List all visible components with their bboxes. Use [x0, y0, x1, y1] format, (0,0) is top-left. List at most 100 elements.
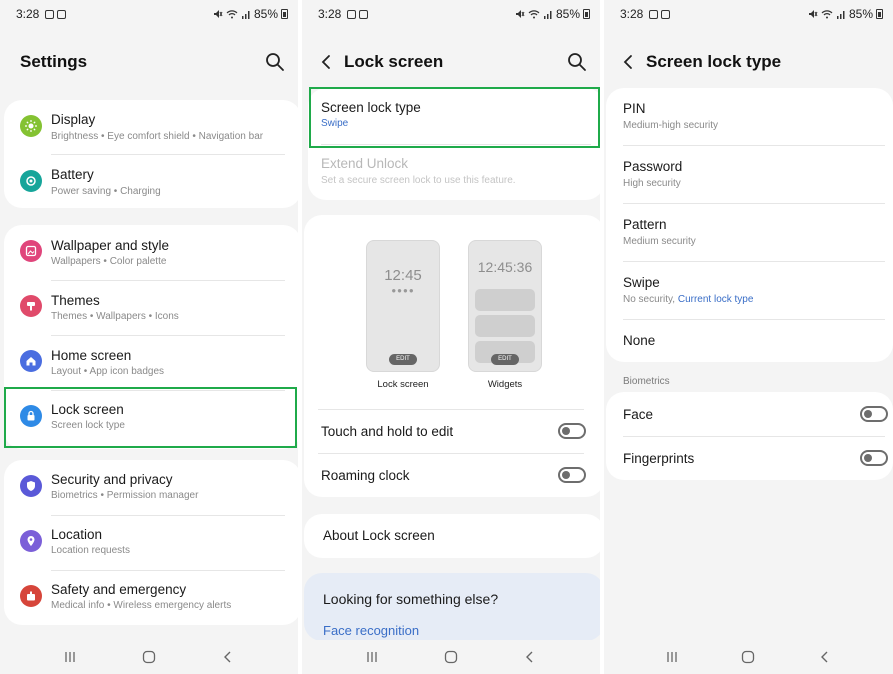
roaming-clock-item[interactable]: Roaming clock: [302, 454, 600, 497]
battery-percent: 85%: [555, 7, 580, 21]
recents-icon[interactable]: [665, 650, 679, 664]
item-title: Wallpaper and style: [51, 238, 170, 253]
item-subtitle: Set a secure screen lock to use this fea…: [321, 175, 516, 186]
item-title: About Lock screen: [323, 528, 435, 543]
settings-item-location[interactable]: Location Location requests: [4, 515, 298, 570]
settings-item-security[interactable]: Security and privacy Biometrics • Permis…: [4, 460, 298, 515]
preview-clock: 12:45: [384, 267, 422, 284]
highlight-screen-lock-type: [309, 87, 600, 148]
touch-hold-item[interactable]: Touch and hold to edit: [302, 410, 600, 453]
fingerprints-toggle[interactable]: [860, 450, 888, 466]
face-toggle[interactable]: [860, 406, 888, 422]
screen-lock-type-header: Screen lock type: [604, 44, 893, 80]
option-subtitle-line: No security, Current lock type: [623, 294, 753, 305]
mute-icon: [213, 10, 223, 18]
item-subtitle: Layout • App icon badges: [51, 366, 165, 377]
settings-item-home-screen[interactable]: Home screen Layout • App icon badges: [4, 335, 298, 390]
roaming-clock-toggle[interactable]: [558, 467, 586, 483]
back-icon[interactable]: [523, 650, 537, 664]
lock-screen-preview[interactable]: 12:45 ●●●● EDIT: [366, 240, 440, 372]
edit-badge: EDIT: [491, 354, 519, 365]
battery-icon: [583, 9, 590, 19]
settings-item-battery[interactable]: Battery Power saving • Charging: [4, 154, 298, 208]
search-icon[interactable]: [566, 51, 588, 73]
item-title: Battery: [51, 167, 94, 182]
battery-icon: [876, 9, 883, 19]
recents-icon[interactable]: [63, 650, 77, 664]
battery-percent: 85%: [848, 7, 873, 21]
brush-icon: [20, 295, 42, 317]
status-bar: 3:28 85%: [318, 6, 590, 22]
item-title: Extend Unlock: [321, 156, 409, 171]
home-button-icon[interactable]: [444, 650, 458, 664]
face-recognition-link[interactable]: Face recognition: [323, 623, 419, 638]
back-icon[interactable]: [221, 650, 235, 664]
settings-item-themes[interactable]: Themes Themes • Wallpapers • Icons: [4, 280, 298, 335]
notification-icon: [649, 9, 659, 19]
option-pattern[interactable]: Pattern Medium security: [606, 204, 893, 261]
alert-icon: [20, 585, 42, 607]
navigation-bar: [0, 640, 298, 674]
item-title: Themes: [51, 293, 100, 308]
option-subtitle: High security: [623, 178, 681, 189]
item-title: Home screen: [51, 348, 132, 363]
home-button-icon[interactable]: [741, 650, 755, 664]
option-none[interactable]: None: [606, 320, 893, 362]
signal-icon: [241, 11, 250, 19]
wifi-icon: [821, 10, 833, 19]
battery-icon: [20, 170, 42, 192]
item-title: Face: [623, 407, 654, 422]
mute-icon: [515, 10, 525, 18]
biometrics-section-label: Biometrics: [623, 376, 670, 387]
settings-item-display[interactable]: Display Brightness • Eye comfort shield …: [4, 100, 298, 154]
about-lock-screen-item[interactable]: About Lock screen: [304, 514, 600, 558]
notification-icon: [45, 9, 55, 19]
fingerprints-item[interactable]: Fingerprints: [606, 436, 893, 480]
item-subtitle: Location requests: [51, 545, 130, 556]
item-subtitle: Power saving • Charging: [51, 186, 161, 197]
home-button-icon[interactable]: [142, 650, 156, 664]
option-subtitle: Medium-high security: [623, 120, 719, 131]
widgets-preview[interactable]: 12:45:36 EDIT: [468, 240, 542, 372]
home-icon: [20, 350, 42, 372]
mute-icon: [808, 10, 818, 18]
page-title: Settings: [20, 52, 88, 71]
widget-placeholder: [475, 315, 535, 337]
looking-for-card: Looking for something else? Face recogni…: [304, 573, 600, 641]
wifi-icon: [226, 10, 238, 19]
lock-screen-caption: Lock screen: [377, 379, 429, 390]
battery-percent: 85%: [253, 7, 278, 21]
status-bar: 3:28 85%: [16, 6, 288, 22]
sun-icon: [20, 115, 42, 137]
notification-icon: [661, 9, 671, 19]
recents-icon[interactable]: [365, 650, 379, 664]
current-lock-type-label: Current lock type: [677, 294, 754, 305]
page-title: Lock screen: [344, 52, 444, 71]
item-title: Touch and hold to edit: [321, 424, 454, 439]
option-subtitle: Medium security: [623, 236, 696, 247]
notification-icon: [347, 9, 357, 19]
wifi-icon: [528, 10, 540, 19]
biometrics-card: Face Fingerprints: [606, 392, 893, 480]
face-item[interactable]: Face: [606, 392, 893, 436]
back-icon[interactable]: [818, 650, 832, 664]
settings-header: Settings: [0, 44, 298, 80]
status-time: 3:28: [318, 7, 342, 21]
battery-icon: [281, 9, 288, 19]
settings-item-safety[interactable]: Safety and emergency Medical info • Wire…: [4, 570, 298, 625]
highlight-lock-screen: [4, 387, 297, 448]
lock-screen-header: Lock screen: [302, 44, 600, 80]
option-pin[interactable]: PIN Medium-high security: [606, 88, 893, 145]
notification-icon: [359, 9, 369, 19]
back-arrow-icon[interactable]: [618, 52, 638, 72]
search-icon[interactable]: [264, 51, 286, 73]
option-swipe[interactable]: Swipe No security, Current lock type: [606, 262, 893, 319]
navigation-bar: [302, 640, 600, 674]
looking-for-title: Looking for something else?: [323, 591, 499, 607]
back-arrow-icon[interactable]: [316, 52, 336, 72]
settings-card-display: Display Brightness • Eye comfort shield …: [4, 100, 298, 208]
navigation-bar: [604, 640, 893, 674]
settings-item-wallpaper[interactable]: Wallpaper and style Wallpapers • Color p…: [4, 225, 298, 280]
touch-hold-toggle[interactable]: [558, 423, 586, 439]
option-password[interactable]: Password High security: [606, 146, 893, 203]
